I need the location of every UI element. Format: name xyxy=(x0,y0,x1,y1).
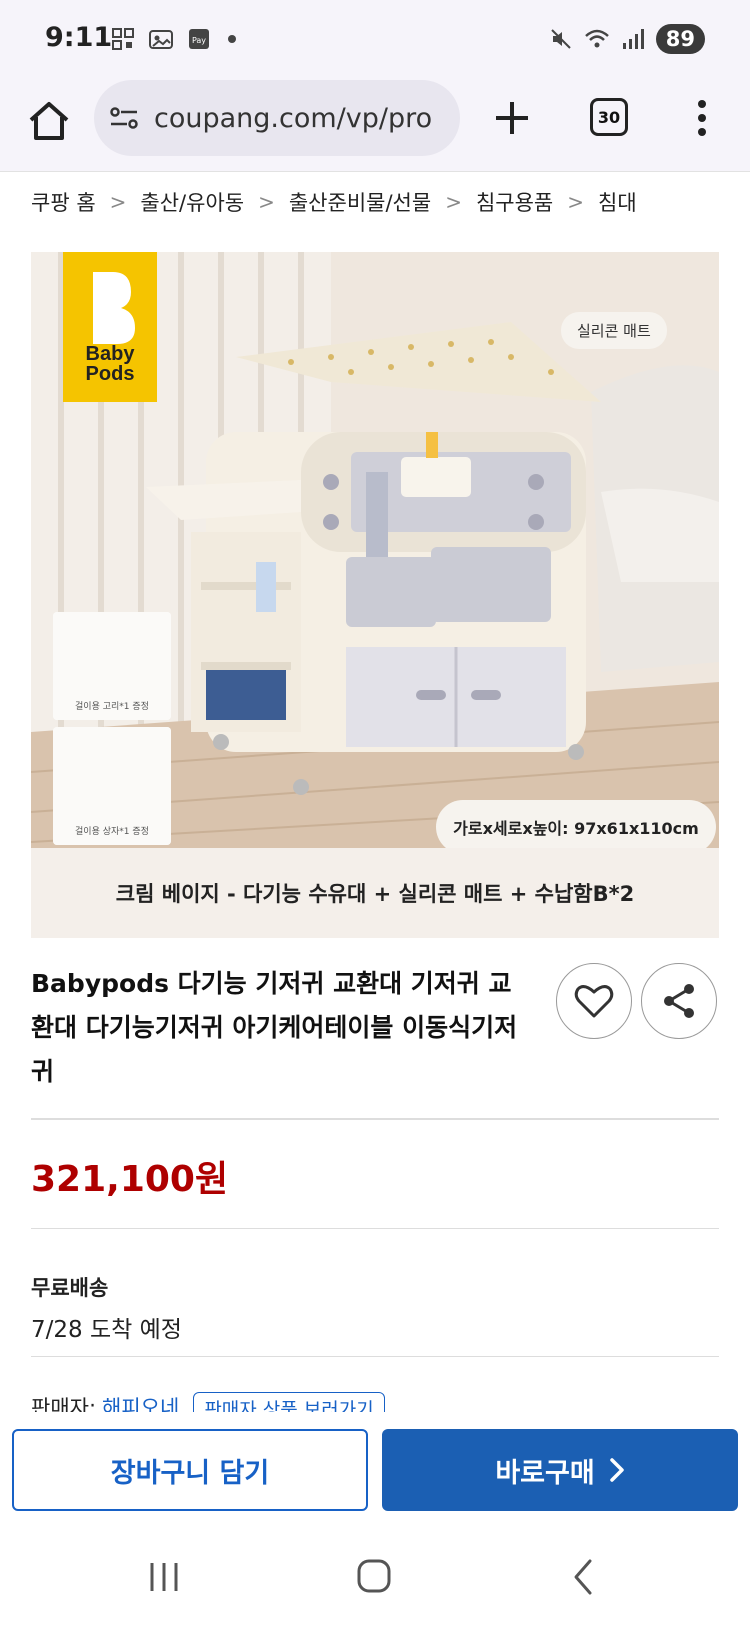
new-tab-button[interactable] xyxy=(490,96,534,140)
mute-icon xyxy=(548,26,574,52)
delivery-eta: 7/28 도착 예정 xyxy=(31,1317,182,1343)
wishlist-button[interactable] xyxy=(556,963,632,1039)
chevron-right-icon: > xyxy=(258,190,275,214)
home-nav-icon xyxy=(357,1559,391,1593)
buy-now-label: 바로구매 xyxy=(495,1457,595,1489)
thumb-box: 걸이용 상자*1 증정 xyxy=(53,727,171,845)
breadcrumb-item[interactable]: 출산/유아동 xyxy=(140,187,244,217)
qr-icon xyxy=(110,26,136,52)
battery-badge: 89 xyxy=(655,24,705,54)
add-to-cart-label: 장바구니 담기 xyxy=(110,1457,270,1489)
product-title: Babypods 다기능 기저귀 교환대 기저귀 교환대 다기능기저귀 아기케어… xyxy=(31,969,518,1086)
image-caption: 크림 베이지 - 다기능 수유대 + 실리콘 매트 + 수납함B*2 xyxy=(31,848,719,938)
status-time: 9:11 xyxy=(45,22,113,53)
add-to-cart-button[interactable]: 장바구니 담기 xyxy=(12,1429,368,1511)
chevron-right-icon: > xyxy=(109,190,127,214)
home-icon xyxy=(29,102,69,140)
breadcrumb: 쿠팡 홈 > 출산/유아동 > 출산준비물/선물 > 침구용품 > 침대 xyxy=(31,187,637,217)
home-nav-button[interactable] xyxy=(350,1557,398,1597)
browser-toolbar: coupang.com/vp/pro 30 xyxy=(0,80,750,172)
status-bar: 9:11 Pay 89 xyxy=(0,0,750,80)
thumb-hook: 걸이용 고리*1 증정 xyxy=(53,612,171,720)
share-icon xyxy=(664,984,694,1018)
breadcrumb-item[interactable]: 출산준비물/선물 xyxy=(289,187,431,217)
back-button[interactable] xyxy=(560,1557,608,1597)
chevron-right-icon: > xyxy=(567,190,584,214)
dimensions-label: 가로x세로x높이: 97x61x110cm xyxy=(436,800,716,854)
mat-label: 실리콘 매트 xyxy=(561,312,667,349)
product-price: 321,100원 xyxy=(31,1159,229,1200)
seller-label: 판매자: xyxy=(31,1396,97,1412)
recent-apps-icon xyxy=(150,1563,178,1591)
svg-text:Pods: Pods xyxy=(86,363,135,385)
seller-products-button[interactable]: 판매자 상품 보러가기 xyxy=(193,1392,385,1412)
home-button[interactable] xyxy=(26,98,72,144)
purchase-action-bar: 장바구니 담기 바로구매 xyxy=(0,1415,750,1525)
signal-icon xyxy=(620,26,646,52)
breadcrumb-item[interactable]: 침구용품 xyxy=(476,187,553,217)
system-nav-bar xyxy=(0,1525,750,1625)
plus-icon xyxy=(496,102,528,134)
wifi-icon xyxy=(584,26,610,52)
url-bar[interactable]: coupang.com/vp/pro xyxy=(94,80,460,156)
shipping-label: 무료배송 xyxy=(31,1276,109,1300)
breadcrumb-item[interactable]: 쿠팡 홈 xyxy=(31,187,96,217)
thumb-hook-label: 걸이용 고리*1 증정 xyxy=(75,702,149,712)
pay-icon: Pay xyxy=(186,26,212,52)
product-image[interactable]: Baby Pods 실리콘 매트 가로x세로x높이: 97x61x110cm 걸… xyxy=(31,252,719,938)
dot-icon xyxy=(228,35,236,43)
seller-row: 판매자: 해피오네 판매자 상품 보러가기 xyxy=(31,1392,385,1412)
back-icon xyxy=(574,1559,592,1595)
divider xyxy=(31,1118,719,1120)
divider xyxy=(31,1356,719,1357)
seller-name-link[interactable]: 해피오네 xyxy=(102,1392,179,1412)
recent-apps-button[interactable] xyxy=(140,1557,188,1597)
url-text[interactable]: coupang.com/vp/pro xyxy=(154,103,432,134)
image-icon xyxy=(148,26,174,52)
share-button[interactable] xyxy=(641,963,717,1039)
more-vert-icon xyxy=(698,100,706,136)
divider xyxy=(31,1228,719,1229)
thumb-box-label: 걸이용 상자*1 증정 xyxy=(75,827,149,837)
svg-text:Baby: Baby xyxy=(86,343,136,365)
more-menu-button[interactable] xyxy=(690,96,714,140)
heart-icon xyxy=(574,985,614,1018)
tab-switcher-button[interactable]: 30 xyxy=(590,98,628,136)
chevron-right-icon: > xyxy=(445,190,462,214)
site-settings-icon[interactable] xyxy=(108,102,140,134)
chevron-right-icon xyxy=(609,1458,624,1482)
svg-text:Pay: Pay xyxy=(192,36,206,45)
buy-now-button[interactable]: 바로구매 xyxy=(382,1429,738,1511)
breadcrumb-item[interactable]: 침대 xyxy=(598,187,637,217)
